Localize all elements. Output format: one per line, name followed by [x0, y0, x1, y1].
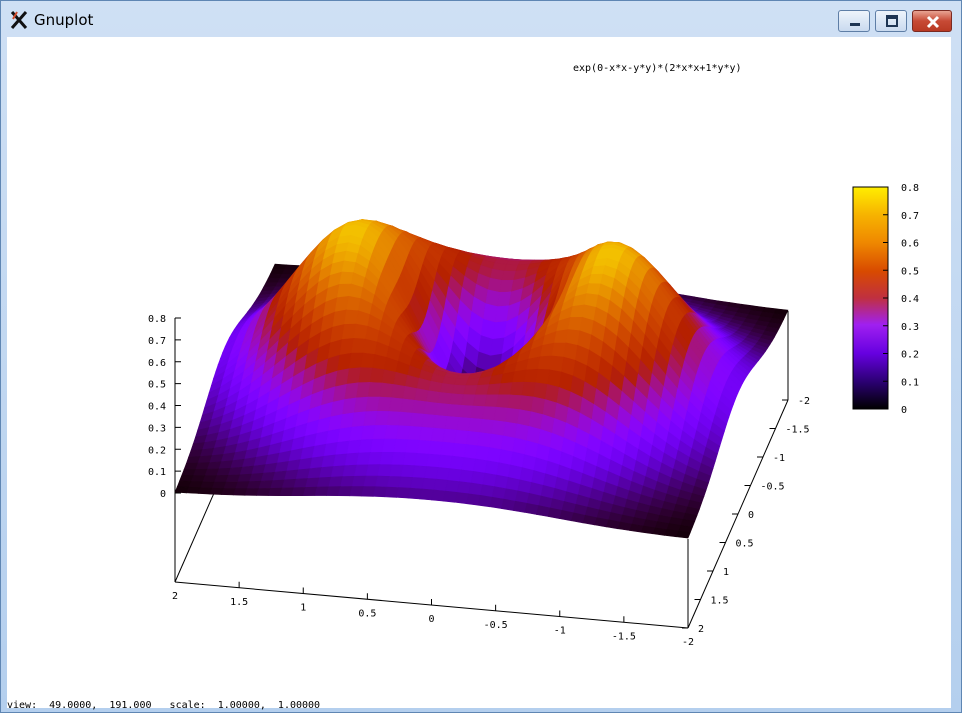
minimize-icon: [850, 23, 860, 26]
colorbar: 0 0.1 0.2 0.3 0.4 0.5 0.6 0.7 0.8: [852, 183, 919, 416]
y-tick-label: -2: [798, 396, 810, 407]
y-tick-label: 1.5: [711, 596, 729, 607]
plot-area[interactable]: exp(0-x*x-y*y)*(2*x*x+1*y*y) 0 0.1 0.2 0.3 0…: [7, 37, 951, 711]
x-tick-label: -1.5: [612, 631, 636, 642]
z-tick-label: 0.2: [148, 445, 166, 456]
colorbar-tick-label: 0.7: [901, 211, 919, 222]
y-tick-label: 0.5: [736, 539, 754, 550]
z-tick-label: 0.1: [148, 467, 166, 478]
y-tick-label: 2: [698, 624, 704, 635]
z-tick-label: 0.8: [148, 314, 166, 325]
x-tick-label: 1: [300, 603, 306, 614]
status-bar: view: 49.0000, 191.000 scale: 1.00000, 1…: [7, 700, 321, 711]
gnuplot-app-icon: [10, 11, 28, 29]
z-tick-label: 0.6: [148, 358, 166, 369]
colorbar-tick-label: 0.6: [901, 239, 919, 250]
x-tick-label: -1: [554, 626, 566, 637]
z-tick-label: 0.7: [148, 336, 166, 347]
plot-title: exp(0-x*x-y*y)*(2*x*x+1*y*y): [573, 63, 742, 74]
y-tick-label: -1: [773, 453, 785, 464]
surface-facet: [675, 530, 691, 539]
x-tick-label: -2: [682, 637, 694, 648]
x-tick-label: 0: [428, 614, 434, 625]
colorbar-tick-label: 0.4: [901, 294, 919, 305]
gnuplot-window: Gnuplot exp(0-x*x-y*y)*(2*x*x+1*y*y) 0 0…: [0, 0, 962, 713]
y-tick-label: 0: [748, 510, 754, 521]
z-tick-label: 0.3: [148, 423, 166, 434]
z-tick-label: 0: [160, 489, 166, 500]
maximize-button[interactable]: [875, 10, 907, 32]
colorbar-tick-label: 0.8: [901, 183, 919, 194]
surface-mesh: [174, 219, 789, 539]
y-tick-label: -1.5: [786, 425, 810, 436]
colorbar-tick-label: 0.2: [901, 350, 919, 361]
colorbar-tick-label: 0.1: [901, 377, 919, 388]
y-tick-label: -0.5: [761, 482, 785, 493]
close-icon: [926, 15, 940, 29]
x-tick-label: 1.5: [230, 597, 248, 608]
z-tick-label: 0.4: [148, 402, 166, 413]
colorbar-gradient: [852, 186, 889, 410]
minimize-button[interactable]: [838, 10, 870, 32]
window-title: Gnuplot: [34, 11, 94, 29]
maximize-icon: [886, 15, 898, 27]
colorbar-tick-label: 0: [901, 405, 907, 416]
z-tick-label: 0.5: [148, 380, 166, 391]
title-bar[interactable]: Gnuplot: [1, 1, 961, 37]
close-button[interactable]: [912, 10, 952, 32]
surface-plot[interactable]: exp(0-x*x-y*y)*(2*x*x+1*y*y) 00.10.20.30…: [7, 37, 951, 697]
x-tick-label: 0.5: [358, 608, 376, 619]
x-tick-label: 2: [172, 591, 178, 602]
y-tick-label: 1: [723, 567, 729, 578]
colorbar-tick-label: 0.5: [901, 266, 919, 277]
x-tick-label: -0.5: [484, 620, 508, 631]
colorbar-tick-label: 0.3: [901, 322, 919, 333]
